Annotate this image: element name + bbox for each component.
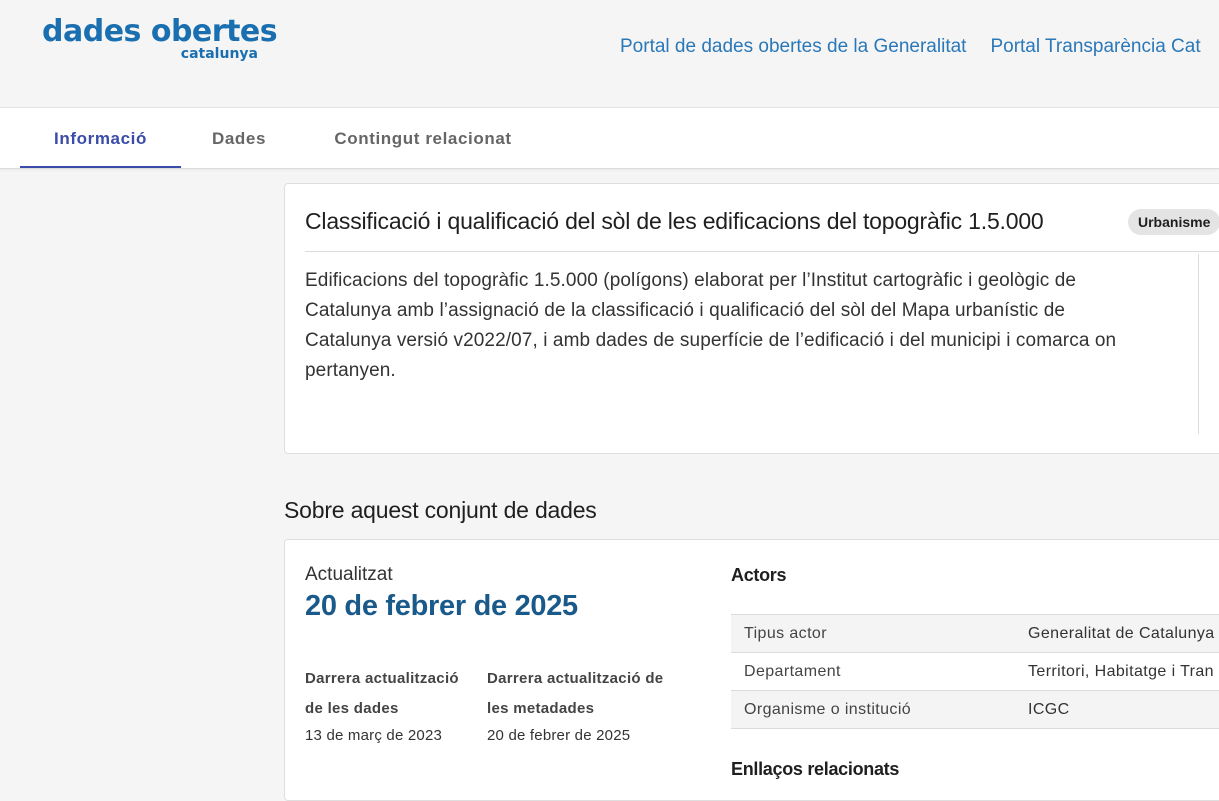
actor-key: Departament [731,652,1028,691]
actor-value: Generalitat de Catalunya [1028,614,1219,653]
actor-value: Territori, Habitatge i Tran [1028,652,1219,691]
actor-key: Organisme o institució [731,690,1028,729]
logo[interactable]: dades obertes catalunya [42,14,278,74]
link-portal-transparencia[interactable]: Portal Transparència Cat [990,36,1200,57]
tab-bar: Informació Dades Contingut relacionat [0,108,1219,169]
metadata-update-value: 20 de febrer de 2025 [487,727,631,744]
category-badge[interactable]: Urbanisme [1128,209,1219,235]
tab-contingut-relacionat[interactable]: Contingut relacionat [313,108,533,168]
logo-main-text: dades obertes [42,14,278,49]
data-update-label: Darrera actualització de les dades [305,670,459,717]
dataset-description: Edificacions del topogràfic 1.5.000 (pol… [305,270,1117,381]
site-header: dades obertes catalunya Portal de dades … [0,0,1219,108]
updated-date: 20 de febrer de 2025 [305,590,578,622]
description-column-divider [1198,254,1199,434]
related-links-heading: Enllaços relacionats [731,759,900,779]
data-update-info: Darrera actualització de les dades 13 de… [305,664,465,744]
logo-sub-text: catalunya [180,46,258,62]
actors-heading: Actors [731,565,787,585]
top-nav: Portal de dades obertes de la Generalita… [620,36,1219,58]
about-dataset-card: Actualitzat 20 de febrer de 2025 Darrera… [284,539,1219,801]
updated-label: Actualitzat [305,564,393,585]
metadata-update-label: Darrera actualització de les metadades [487,670,664,717]
dataset-title: Classificació i qualificació del sòl de … [305,208,1044,234]
table-row: Organisme o institució ICGC [731,690,1219,729]
tab-dades[interactable]: Dades [196,108,282,168]
data-update-value: 13 de març de 2023 [305,727,443,744]
title-divider [305,251,1219,252]
dataset-description-card: Classificació i qualificació del sòl de … [284,183,1219,454]
metadata-update-info: Darrera actualització de les metadades 2… [487,664,672,744]
tab-informacio[interactable]: Informació [20,108,181,168]
table-row: Tipus actor Generalitat de Catalunya [731,614,1219,653]
link-portal-dades-obertes[interactable]: Portal de dades obertes de la Generalita… [620,36,966,57]
table-row: Departament Territori, Habitatge i Tran [731,652,1219,691]
actor-value: ICGC [1028,690,1219,729]
actor-key: Tipus actor [731,614,1028,653]
actors-table: Tipus actor Generalitat de Catalunya Dep… [731,614,1219,729]
about-section-heading: Sobre aquest conjunt de dades [284,497,597,523]
